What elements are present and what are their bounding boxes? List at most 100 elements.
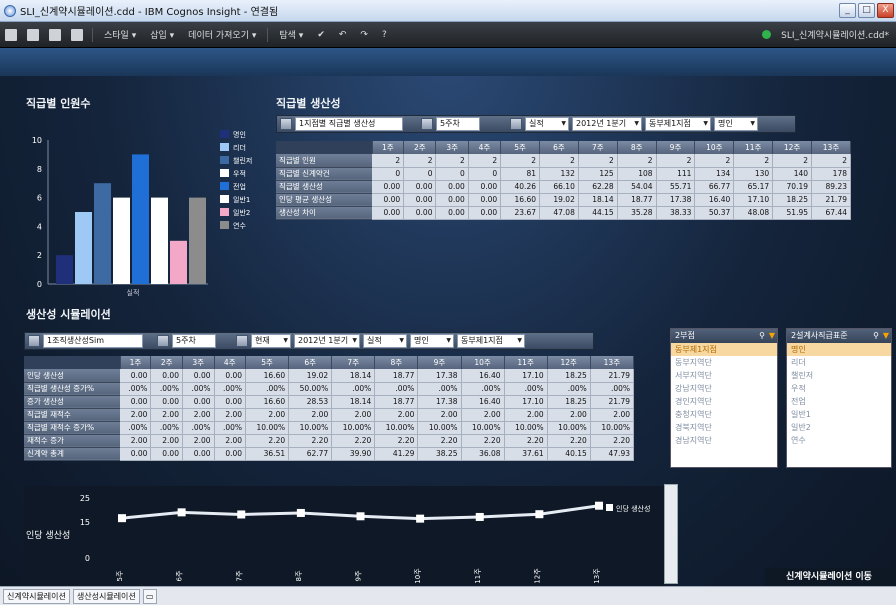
menu-import-data[interactable]: 데이터 가져오기 ▾ [181,28,263,41]
column-header[interactable]: 13주 [590,356,635,369]
table-cell[interactable]: 0 [435,167,469,181]
table-cell[interactable]: 18.77 [374,369,419,383]
table-cell[interactable]: 2 [694,154,735,168]
maximize-button[interactable]: □ [858,3,875,18]
table-cell[interactable]: 19.02 [288,369,333,383]
list-item[interactable]: 리더 [787,356,891,369]
table-cell[interactable]: 0.00 [468,180,502,194]
table-cell[interactable]: 0.00 [182,447,215,461]
column-header[interactable]: 4주 [214,356,247,369]
table-cell[interactable]: 2.20 [288,434,333,448]
table-cell[interactable]: 10.00% [331,421,376,435]
list-item[interactable]: 동부제1지점 [671,343,777,356]
column-header[interactable]: 10주 [461,356,505,369]
table-cell[interactable]: 89.23 [811,180,851,194]
list-item[interactable]: 강남지역단 [671,382,777,395]
data-point[interactable] [535,510,544,519]
column-header[interactable]: 1주 [120,356,152,369]
table-cell[interactable]: 0.00 [120,395,152,409]
table-cell[interactable]: 10.00% [590,421,635,435]
table-cell[interactable]: 47.93 [590,447,635,461]
table-cell[interactable]: 2.20 [461,434,505,448]
table-cell[interactable]: .00% [120,421,152,435]
sim-week-selector[interactable]: 5주차 [172,334,216,348]
table-cell[interactable]: 48.08 [733,206,774,220]
table-cell[interactable]: .00% [214,421,247,435]
table-cell[interactable]: 2.00 [214,408,247,422]
table-cell[interactable]: 10.00% [417,421,462,435]
table-cell[interactable]: 36.51 [245,447,290,461]
table-cell[interactable]: 17.10 [504,395,548,409]
filter-icon[interactable]: ▼ [881,329,891,343]
open-folder-icon[interactable] [49,28,61,41]
table-cell[interactable]: 38.33 [656,206,696,220]
column-header[interactable]: 9주 [417,356,462,369]
table-cell[interactable]: 2 [617,154,657,168]
data-point[interactable] [296,508,305,517]
table-cell[interactable]: 0.00 [150,369,183,383]
redo-icon[interactable]: ↷ [353,30,375,40]
menu-icon[interactable] [5,28,17,41]
table-cell[interactable]: .00% [182,421,215,435]
table-cell[interactable]: 38.25 [417,447,462,461]
table-cell[interactable]: .00% [374,382,419,396]
table-cell[interactable]: 16.40 [461,395,505,409]
table-cell[interactable]: 18.14 [331,369,376,383]
search-icon[interactable]: ⚲ [871,329,881,343]
column-header[interactable]: 8주 [617,141,657,154]
column-header[interactable]: 6주 [288,356,333,369]
table-cell[interactable]: 0.00 [150,395,183,409]
table-cell[interactable]: 130 [733,167,774,181]
filter-icon[interactable]: ▼ [767,329,777,343]
table-cell[interactable]: 54.04 [617,180,657,194]
table-cell[interactable]: 125 [578,167,618,181]
table-cell[interactable]: 0.00 [182,395,215,409]
table-cell[interactable]: 2.20 [590,434,635,448]
table-cell[interactable]: 19.02 [539,193,579,207]
column-header[interactable]: 5주 [245,356,290,369]
table-cell[interactable]: 2.20 [547,434,591,448]
table-cell[interactable]: 21.79 [590,395,635,409]
table-cell[interactable]: 41.29 [374,447,419,461]
table-cell[interactable]: 18.14 [578,193,618,207]
data-point[interactable] [416,514,425,523]
table-cell[interactable]: 0.00 [372,180,405,194]
table-cell[interactable]: 17.10 [504,369,548,383]
table-cell[interactable]: 0.00 [435,193,469,207]
table-cell[interactable]: 10.00% [374,421,419,435]
table-cell[interactable]: 2.00 [547,408,591,422]
table-cell[interactable]: 18.14 [331,395,376,409]
list-item[interactable]: 경남지역단 [671,434,777,447]
table-cell[interactable]: 2 [578,154,618,168]
tab-contract-simulation[interactable]: 신계약시뮬레이션 [3,588,70,604]
table-cell[interactable]: 2.00 [288,408,333,422]
table-cell[interactable]: 18.25 [547,369,591,383]
table-cell[interactable]: 108 [617,167,657,181]
table-cell[interactable]: 2.20 [417,434,462,448]
table-cell[interactable]: .00% [150,382,183,396]
table-cell[interactable]: .00% [120,382,152,396]
table-cell[interactable]: 2.20 [331,434,376,448]
table-cell[interactable]: 2.00 [504,408,548,422]
table-cell[interactable]: 35.28 [617,206,657,220]
table-cell[interactable]: 10.00% [461,421,505,435]
table-cell[interactable]: 62.28 [578,180,618,194]
table-cell[interactable]: 10.00% [547,421,591,435]
current-dropdown[interactable]: 현재 [251,334,291,348]
table-cell[interactable]: 2.00 [120,408,152,422]
table-cell[interactable]: 36.08 [461,447,505,461]
list-item[interactable]: 동부지역단 [671,356,777,369]
data-point[interactable] [356,512,365,521]
table-cell[interactable]: 17.38 [417,369,462,383]
branch-dropdown[interactable]: 동부제1지점 [645,117,711,131]
list-item[interactable]: 일반2 [787,421,891,434]
week-selector[interactable]: 5주차 [436,117,480,131]
column-header[interactable]: 12주 [772,141,813,154]
table-cell[interactable]: .00% [504,382,548,396]
table-cell[interactable]: 0.00 [468,206,502,220]
go-to-contract-sim-button[interactable]: 신계약시뮬레이션 이동 [765,568,893,586]
table-cell[interactable]: 2 [435,154,469,168]
table-cell[interactable]: 16.40 [694,193,735,207]
bar-우적[interactable] [113,197,130,284]
list-item[interactable]: 경인지역단 [671,395,777,408]
